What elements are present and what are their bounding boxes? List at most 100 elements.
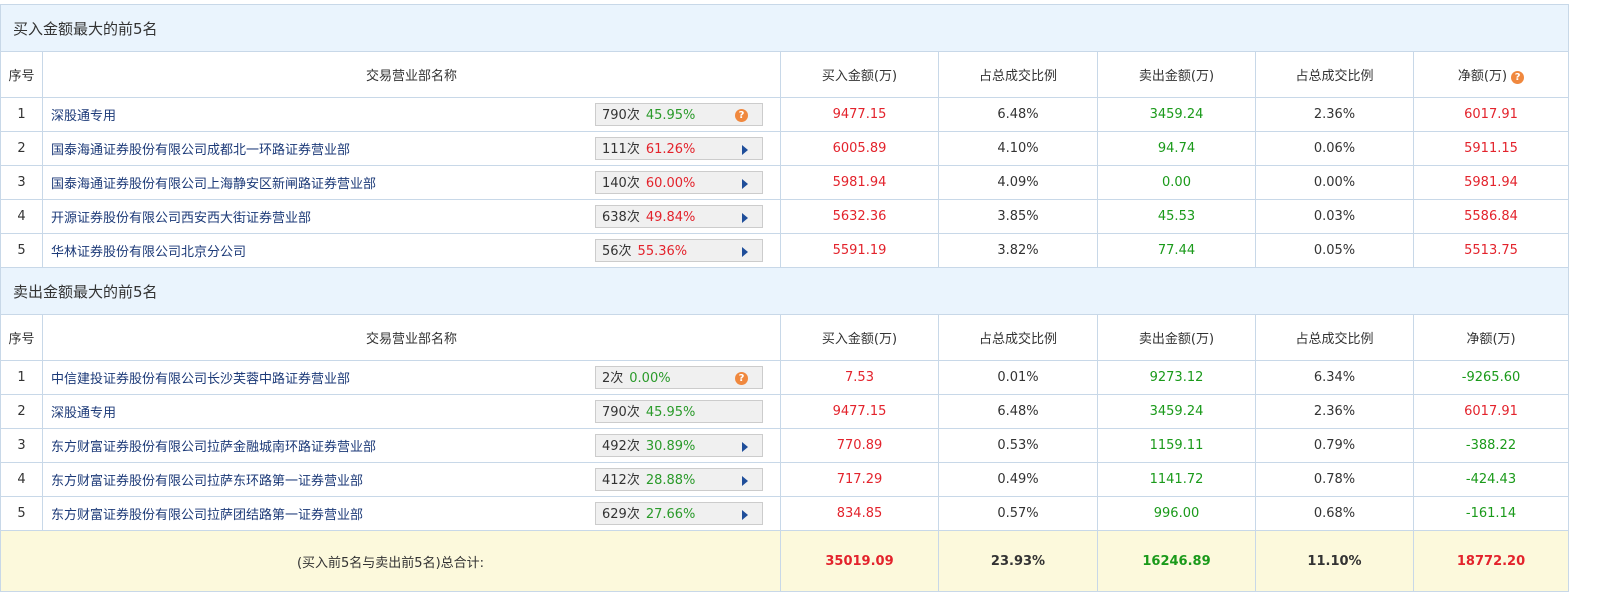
trade-count: 629次 — [602, 507, 640, 522]
arrow-right-icon[interactable] — [742, 145, 748, 155]
column-header: 买入金额(万) — [780, 314, 939, 361]
net-amount: 6017.91 — [1412, 394, 1570, 429]
sell-percent: 0.06% — [1255, 131, 1414, 166]
net-amount: -424.43 — [1412, 462, 1570, 497]
broker-stats-badge[interactable]: 629次 27.66% — [595, 502, 763, 525]
win-rate: 60.00% — [645, 176, 696, 191]
win-rate: 28.88% — [645, 473, 696, 488]
header-row: 序号 交易营业部名称 买入金额(万) 占总成交比例 卖出金额(万) 占总成交比例 净额(万)… — [0, 51, 1570, 98]
broker-stats-badge[interactable]: 140次 60.00% — [595, 171, 763, 194]
broker-link[interactable]: 深股通专用 — [51, 406, 116, 421]
row-number: 2 — [0, 131, 43, 166]
trade-count: 2次 — [602, 371, 624, 386]
sell-amount: 45.53 — [1097, 199, 1256, 234]
sell-percent: 0.00% — [1255, 165, 1414, 200]
sell-percent: 0.79% — [1255, 428, 1414, 463]
win-rate: 61.26% — [645, 142, 696, 157]
arrow-right-icon[interactable] — [742, 442, 748, 452]
buy-percent: 4.10% — [938, 131, 1098, 166]
buy-amount: 7.53 — [780, 360, 939, 395]
column-header: 卖出金额(万) — [1097, 314, 1256, 361]
broker-link[interactable]: 国泰海通证券股份有限公司成都北一环路证券营业部 — [51, 143, 350, 158]
trade-count: 111次 — [602, 142, 640, 157]
broker-link[interactable]: 深股通专用 — [51, 109, 116, 124]
arrow-right-icon[interactable] — [742, 179, 748, 189]
row-number: 5 — [0, 233, 43, 268]
column-header: 序号 — [0, 314, 43, 361]
column-header: 净额(万) — [1412, 314, 1570, 361]
net-amount: 5911.15 — [1412, 131, 1570, 166]
arrow-right-icon[interactable] — [742, 476, 748, 486]
column-header: 交易营业部名称 — [42, 314, 781, 361]
section-title: 卖出金额最大的前5名 — [0, 267, 1570, 315]
broker-stats-badge[interactable]: 412次 28.88% — [595, 468, 763, 491]
broker-link[interactable]: 东方财富证券股份有限公司拉萨团结路第一证券营业部 — [51, 508, 363, 523]
win-rate: 0.00% — [629, 371, 671, 386]
broker-link[interactable]: 东方财富证券股份有限公司拉萨东环路第一证券营业部 — [51, 474, 363, 489]
sell-amount: 77.44 — [1097, 233, 1256, 268]
win-rate: 27.66% — [645, 507, 696, 522]
arrow-right-icon[interactable] — [742, 213, 748, 223]
arrow-right-icon[interactable] — [742, 247, 748, 257]
help-icon[interactable]: ? — [735, 109, 748, 122]
sell-amount: 1141.72 — [1097, 462, 1256, 497]
buy-amount: 717.29 — [780, 462, 939, 497]
broker-link[interactable]: 中信建投证券股份有限公司长沙芙蓉中路证券营业部 — [51, 372, 350, 387]
arrow-right-icon[interactable] — [742, 510, 748, 520]
broker-stats-badge[interactable]: 56次 55.36% — [595, 239, 763, 262]
broker-stats-badge[interactable]: 790次 45.95%? — [595, 103, 763, 126]
trade-count: 638次 — [602, 210, 640, 225]
section-title-row: 买入金额最大的前5名 — [0, 4, 1570, 52]
net-amount: 5513.75 — [1412, 233, 1570, 268]
sell-amount: 3459.24 — [1097, 394, 1256, 429]
broker-stats-badge[interactable]: 638次 49.84% — [595, 205, 763, 228]
net-amount: -161.14 — [1412, 496, 1570, 531]
trade-count: 140次 — [602, 176, 640, 191]
broker-stats-badge[interactable]: 111次 61.26% — [595, 137, 763, 160]
broker-stats-badge[interactable]: 492次 30.89% — [595, 434, 763, 457]
buy-percent: 0.49% — [938, 462, 1098, 497]
total-buy-percent: 23.93% — [938, 530, 1098, 592]
trade-count: 56次 — [602, 244, 632, 259]
net-amount: -9265.60 — [1412, 360, 1570, 395]
net-amount: 5586.84 — [1412, 199, 1570, 234]
trade-count: 412次 — [602, 473, 640, 488]
broker-stats-badge[interactable]: 2次 0.00%? — [595, 366, 763, 389]
win-rate: 45.95% — [645, 108, 696, 123]
row-number: 2 — [0, 394, 43, 429]
buy-percent: 0.53% — [938, 428, 1098, 463]
sell-percent: 0.03% — [1255, 199, 1414, 234]
sell-percent: 2.36% — [1255, 394, 1414, 429]
column-header: 占总成交比例 — [938, 51, 1098, 98]
row-number: 3 — [0, 165, 43, 200]
buy-percent: 0.57% — [938, 496, 1098, 531]
win-rate: 45.95% — [645, 405, 696, 420]
total-net: 18772.20 — [1412, 530, 1570, 592]
section-title: 买入金额最大的前5名 — [0, 4, 1570, 52]
buy-percent: 0.01% — [938, 360, 1098, 395]
total-sell: 16246.89 — [1097, 530, 1256, 592]
broker-link[interactable]: 东方财富证券股份有限公司拉萨金融城南环路证券营业部 — [51, 440, 376, 455]
broker-stats-badge[interactable]: 790次 45.95% — [595, 400, 763, 423]
broker-link[interactable]: 国泰海通证券股份有限公司上海静安区新闸路证券营业部 — [51, 177, 376, 192]
row-number: 1 — [0, 97, 43, 132]
win-rate: 49.84% — [645, 210, 696, 225]
total-label: (买入前5名与卖出前5名)总合计: — [0, 530, 781, 592]
buy-percent: 6.48% — [938, 97, 1098, 132]
total-buy: 35019.09 — [780, 530, 939, 592]
trade-count: 492次 — [602, 439, 640, 454]
help-icon[interactable]: ? — [1511, 71, 1525, 84]
table-row: 4 开源证券股份有限公司西安西大街证券营业部 638次 49.84% 5632.3… — [0, 199, 1570, 234]
buy-amount: 834.85 — [780, 496, 939, 531]
total-sell-percent: 11.10% — [1255, 530, 1414, 592]
help-icon[interactable]: ? — [735, 372, 748, 385]
sell-amount: 0.00 — [1097, 165, 1256, 200]
buy-amount: 5591.19 — [780, 233, 939, 268]
buy-amount: 5981.94 — [780, 165, 939, 200]
column-header: 占总成交比例 — [1255, 314, 1414, 361]
broker-link[interactable]: 华林证券股份有限公司北京分公司 — [51, 245, 246, 260]
table-row: 4 东方财富证券股份有限公司拉萨东环路第一证券营业部 412次 28.88% 71… — [0, 462, 1570, 497]
broker-link[interactable]: 开源证券股份有限公司西安西大街证券营业部 — [51, 211, 311, 226]
net-amount: 5981.94 — [1412, 165, 1570, 200]
sell-percent: 0.78% — [1255, 462, 1414, 497]
